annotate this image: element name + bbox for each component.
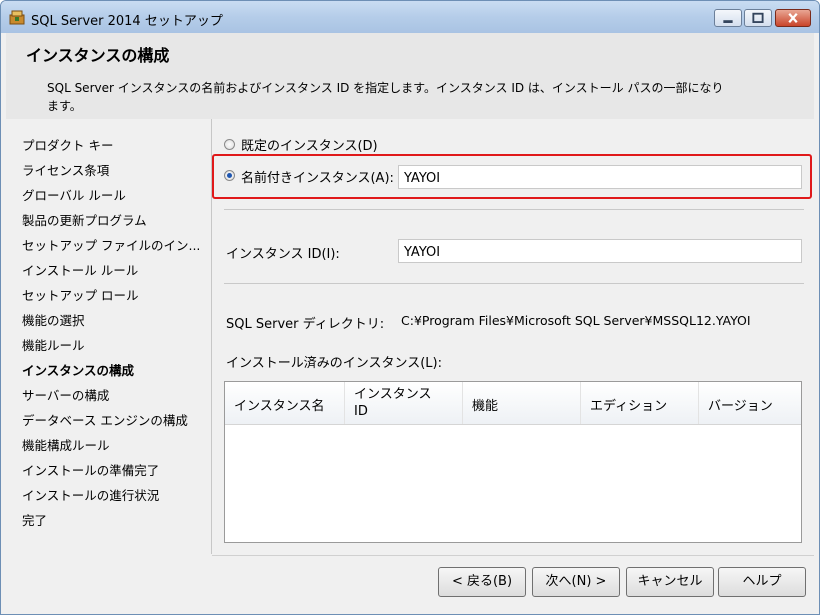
minimize-button[interactable] [714,9,742,27]
main-frame: プロダクト キー ライセンス条項 グローバル ルール 製品の更新プログラム セッ… [6,119,814,609]
help-button[interactable]: ヘルプ [718,567,806,597]
default-instance-radio[interactable] [224,139,235,150]
step-item: データベース エンジンの構成 [22,413,188,428]
step-item: セットアップ ファイルのイン... [22,238,201,253]
column-header-features[interactable]: 機能 [463,382,581,424]
directory-label: SQL Server ディレクトリ: [226,317,385,332]
step-item: グローバル ルール [22,188,126,203]
step-item: インストール ルール [22,263,139,278]
title-bar[interactable]: SQL Server 2014 セットアップ [1,1,819,33]
step-item: インストールの準備完了 [22,463,160,478]
button-bar: < 戻る(B) 次へ(N) > キャンセル ヘルプ [212,555,814,610]
column-header-version[interactable]: バージョン [699,382,801,424]
installed-instances-table[interactable]: インスタンス名 インスタンス ID 機能 エディション バージョン [224,381,802,543]
next-button[interactable]: 次へ(N) > [532,567,620,597]
page-header: インスタンスの構成 SQL Server インスタンスの名前およびインスタンス … [6,33,814,120]
installed-instances-label: インストール済みのインスタンス(L): [226,356,442,371]
step-item: 完了 [22,513,48,528]
page-title: インスタンスの構成 [26,46,170,65]
step-item: プロダクト キー [22,138,114,153]
step-item-active: インスタンスの構成 [22,363,135,378]
named-instance-label[interactable]: 名前付きインスタンス(A): [241,167,394,186]
window-title: SQL Server 2014 セットアップ [31,14,223,29]
step-item: セットアップ ロール [22,288,139,303]
named-instance-input[interactable]: YAYOI [398,165,802,189]
instance-id-label: インスタンス ID(I): [226,247,340,262]
step-item: 機能構成ルール [22,438,110,453]
column-header-edition[interactable]: エディション [581,382,699,424]
default-instance-label[interactable]: 既定のインスタンス(D) [241,135,378,154]
step-item: インストールの進行状況 [22,488,160,503]
divider [224,209,804,210]
named-instance-radio[interactable] [224,170,235,181]
instance-config-panel: 既定のインスタンス(D) 名前付きインスタンス(A): YAYOI インスタンス… [212,119,814,554]
step-item: サーバーの構成 [22,388,110,403]
maximize-icon [752,12,764,23]
page-description: SQL Server インスタンスの名前およびインスタンス ID を指定します。… [47,81,724,113]
close-button[interactable] [775,9,811,27]
sql-server-setup-icon [9,10,25,25]
close-icon [788,13,798,24]
step-sidebar: プロダクト キー ライセンス条項 グローバル ルール 製品の更新プログラム セッ… [6,119,212,554]
directory-value: C:¥Program Files¥Microsoft SQL Server¥MS… [401,313,751,328]
divider [224,283,804,284]
setup-window: SQL Server 2014 セットアップ インスタンスの構成 SQL Ser… [0,0,820,615]
instance-id-input[interactable]: YAYOI [398,239,802,263]
maximize-button[interactable] [744,9,772,27]
column-header-instance-name[interactable]: インスタンス名 [225,382,345,424]
step-item: 機能の選択 [22,313,85,328]
step-item: 製品の更新プログラム [22,213,147,228]
step-item: ライセンス条項 [22,163,110,178]
table-header: インスタンス名 インスタンス ID 機能 エディション バージョン [225,382,801,425]
minimize-icon [723,20,733,23]
back-button[interactable]: < 戻る(B) [438,567,526,597]
cancel-button[interactable]: キャンセル [626,567,714,597]
step-item: 機能ルール [22,338,85,353]
column-header-instance-id[interactable]: インスタンス ID [345,382,463,424]
